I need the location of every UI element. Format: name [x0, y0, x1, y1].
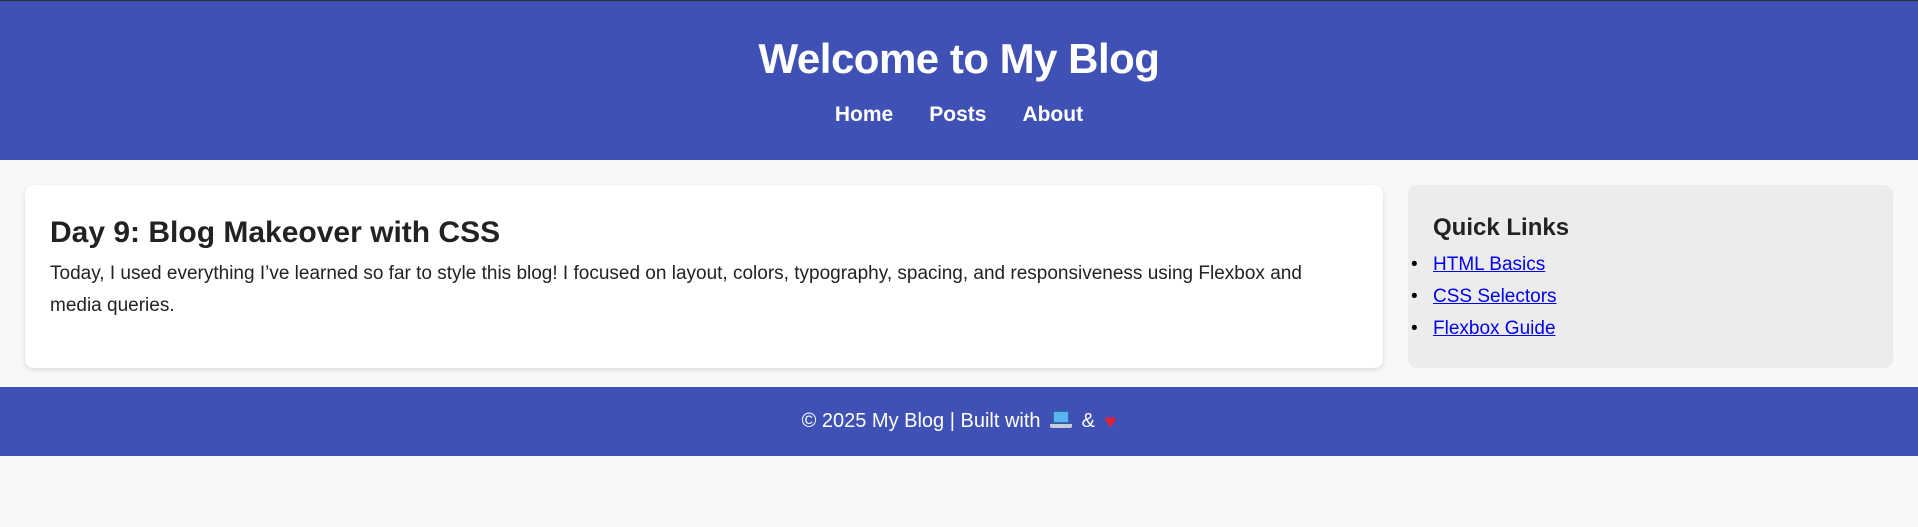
- laptop-icon: [1050, 410, 1073, 429]
- nav-home-link[interactable]: Home: [835, 102, 893, 128]
- list-item: • CSS Selectors: [1411, 281, 1868, 313]
- bullet-icon: •: [1411, 254, 1418, 275]
- footer-text: © 2025 My Blog | Built with: [801, 410, 1041, 432]
- quick-links-list: • HTML Basics • CSS Selectors • Flexbox …: [1411, 249, 1868, 345]
- bullet-icon: •: [1411, 286, 1418, 307]
- blog-post-card: Day 9: Blog Makeover with CSS Today, I u…: [25, 185, 1383, 368]
- site-header: Welcome to My Blog Home Posts About: [0, 1, 1918, 160]
- footer-ampersand: &: [1081, 410, 1095, 432]
- quick-links-sidebar: Quick Links • HTML Basics • CSS Selector…: [1408, 185, 1893, 368]
- list-item: • HTML Basics: [1411, 249, 1868, 281]
- bullet-icon: •: [1411, 318, 1418, 339]
- post-title: Day 9: Blog Makeover with CSS: [50, 216, 501, 249]
- site-footer: © 2025 My Blog | Built with & ♥: [0, 387, 1918, 456]
- nav-about-link[interactable]: About: [1022, 102, 1083, 128]
- sidebar-title: Quick Links: [1433, 214, 1570, 241]
- main-content: Day 9: Blog Makeover with CSS Today, I u…: [0, 160, 1918, 387]
- list-item: • Flexbox Guide: [1411, 313, 1868, 345]
- main-nav: Home Posts About: [0, 102, 1918, 128]
- nav-posts-link[interactable]: Posts: [929, 102, 986, 128]
- link-css-selectors[interactable]: CSS Selectors: [1433, 286, 1557, 307]
- link-html-basics[interactable]: HTML Basics: [1433, 254, 1545, 275]
- post-body: Today, I used everything I’ve learned so…: [50, 263, 1302, 316]
- heart-icon: ♥: [1104, 410, 1117, 433]
- site-title: Welcome to My Blog: [758, 35, 1160, 82]
- link-flexbox-guide[interactable]: Flexbox Guide: [1433, 318, 1556, 339]
